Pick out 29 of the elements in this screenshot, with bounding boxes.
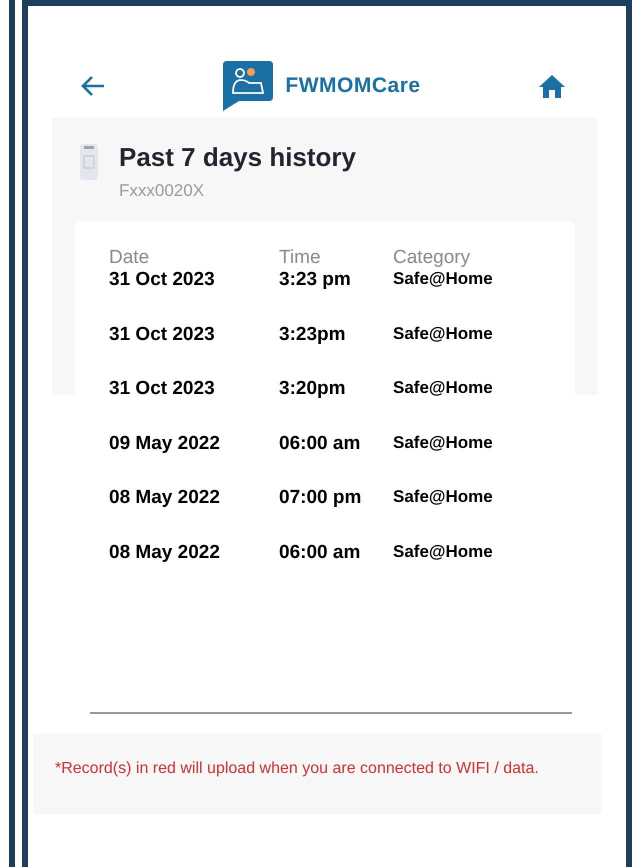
category-cell: Safe@Home <box>393 432 493 452</box>
upload-note: *Record(s) in red will upload when you are connected to WIFI / data. <box>33 734 602 814</box>
time-cell: 3:23pm <box>279 324 346 344</box>
logo-icon <box>223 61 274 111</box>
date-cell: 08 May 2022 <box>109 542 220 562</box>
date-cell: 08 May 2022 <box>109 487 220 508</box>
date-cell: 31 Oct 2023 <box>109 324 215 344</box>
category-cell: Safe@Home <box>393 542 493 560</box>
time-cell: 06:00 am <box>279 542 360 562</box>
app-title: FWMOMCare <box>285 74 421 98</box>
date-cell: 09 May 2022 <box>109 432 220 454</box>
column-header: Date <box>109 247 150 268</box>
time-cell: 3:23 pm <box>279 269 351 290</box>
column-header: Time <box>279 247 321 268</box>
category-cell: Safe@Home <box>393 269 493 288</box>
category-cell: Safe@Home <box>393 324 493 342</box>
time-cell: 3:20pm <box>279 378 346 399</box>
category-cell: Safe@Home <box>393 487 493 506</box>
device-id: Fxxx0020X <box>119 181 206 201</box>
category-cell: Safe@Home <box>393 378 493 397</box>
page-title: Past 7 days history <box>119 142 356 173</box>
date-cell: 31 Oct 2023 <box>109 378 215 399</box>
back-icon[interactable] <box>80 75 106 97</box>
date-cell: 31 Oct 2023 <box>109 269 215 290</box>
time-cell: 06:00 am <box>279 432 360 454</box>
device-icon <box>79 142 99 182</box>
time-cell: 07:00 pm <box>279 487 362 508</box>
column-header: Category <box>393 247 470 268</box>
home-icon[interactable] <box>538 74 566 98</box>
